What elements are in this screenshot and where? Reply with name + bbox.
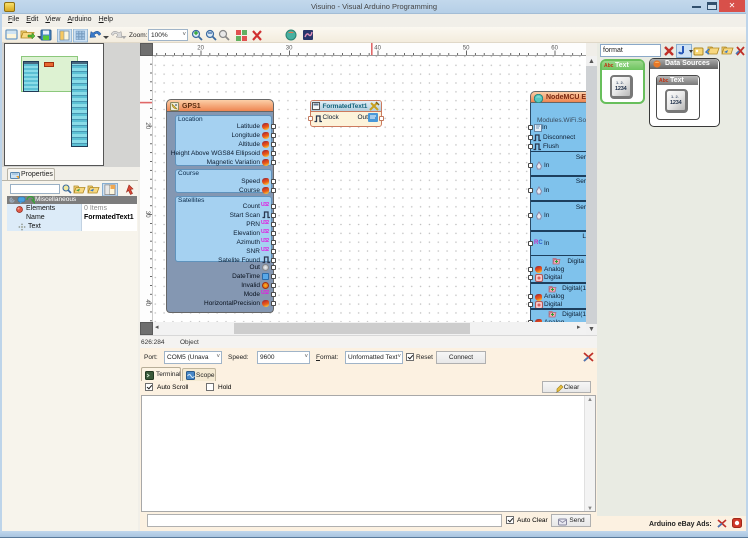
svg-text:40: 40 bbox=[144, 299, 150, 306]
svg-text:30: 30 bbox=[286, 46, 293, 52]
svg-text:20: 20 bbox=[144, 122, 150, 129]
svg-text:50: 50 bbox=[463, 46, 470, 52]
svg-text:30: 30 bbox=[144, 211, 150, 218]
svg-text:60: 60 bbox=[551, 46, 558, 52]
svg-text:40: 40 bbox=[374, 46, 381, 52]
svg-text:20: 20 bbox=[197, 46, 204, 52]
